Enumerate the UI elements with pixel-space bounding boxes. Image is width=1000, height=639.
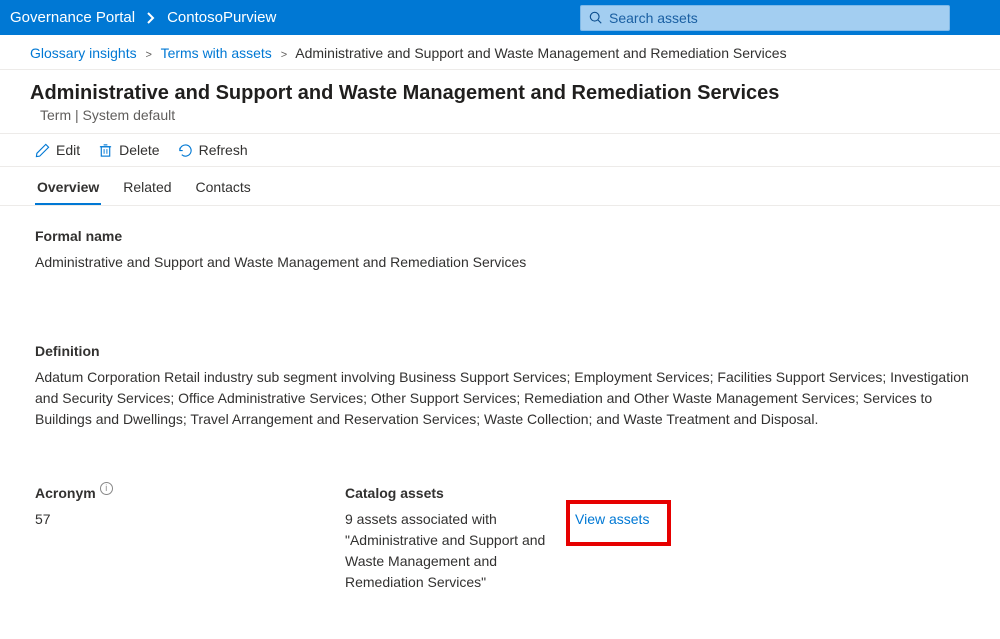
tab-related[interactable]: Related: [123, 167, 171, 205]
view-assets-column: View assets: [575, 485, 970, 593]
tab-overview[interactable]: Overview: [37, 167, 99, 205]
toolbar: Edit Delete Refresh: [0, 133, 1000, 167]
edit-label: Edit: [56, 142, 80, 158]
title-area: Administrative and Support and Waste Man…: [0, 70, 1000, 133]
definition-section: Definition Adatum Corporation Retail ind…: [35, 343, 970, 430]
content: Formal name Administrative and Support a…: [0, 206, 1000, 593]
chevron-right-icon: [147, 12, 155, 24]
breadcrumb: Glossary insights > Terms with assets > …: [0, 35, 1000, 70]
refresh-label: Refresh: [199, 142, 248, 158]
view-assets-link[interactable]: View assets: [575, 511, 649, 527]
catalog-assets-label: Catalog assets: [345, 485, 575, 501]
tabs: Overview Related Contacts: [0, 167, 1000, 206]
chevron-right-icon: >: [145, 49, 151, 61]
bottom-columns: Acronym i 57 Catalog assets 9 assets ass…: [35, 485, 970, 593]
catalog-assets-description: 9 assets associated with "Administrative…: [345, 509, 575, 593]
formal-name-value: Administrative and Support and Waste Man…: [35, 252, 970, 273]
breadcrumb-terms-with-assets[interactable]: Terms with assets: [161, 45, 272, 61]
workspace-name[interactable]: ContosoPurview: [167, 9, 276, 26]
chevron-right-icon: >: [281, 49, 287, 61]
search-placeholder: Search assets: [609, 10, 698, 26]
page-subtitle: Term | System default: [30, 107, 970, 123]
catalog-assets-section: Catalog assets 9 assets associated with …: [345, 485, 575, 593]
portal-name[interactable]: Governance Portal: [10, 9, 135, 26]
page-title: Administrative and Support and Waste Man…: [30, 82, 970, 105]
pencil-icon: [35, 143, 50, 158]
breadcrumb-glossary-insights[interactable]: Glossary insights: [30, 45, 137, 61]
tab-contacts[interactable]: Contacts: [196, 167, 251, 205]
acronym-value: 57: [35, 509, 345, 530]
breadcrumb-current: Administrative and Support and Waste Man…: [295, 45, 786, 61]
search-icon: [589, 11, 603, 25]
search-input[interactable]: Search assets: [580, 5, 950, 31]
info-icon[interactable]: i: [100, 482, 113, 495]
acronym-label: Acronym i: [35, 485, 345, 501]
definition-label: Definition: [35, 343, 970, 359]
delete-button[interactable]: Delete: [98, 142, 159, 158]
definition-value: Adatum Corporation Retail industry sub s…: [35, 367, 970, 430]
formal-name-label: Formal name: [35, 228, 970, 244]
edit-button[interactable]: Edit: [35, 142, 80, 158]
acronym-section: Acronym i 57: [35, 485, 345, 593]
delete-label: Delete: [119, 142, 159, 158]
refresh-icon: [178, 143, 193, 158]
header-bar: Governance Portal ContosoPurview Search …: [0, 0, 1000, 35]
trash-icon: [98, 143, 113, 158]
formal-name-section: Formal name Administrative and Support a…: [35, 228, 970, 273]
refresh-button[interactable]: Refresh: [178, 142, 248, 158]
